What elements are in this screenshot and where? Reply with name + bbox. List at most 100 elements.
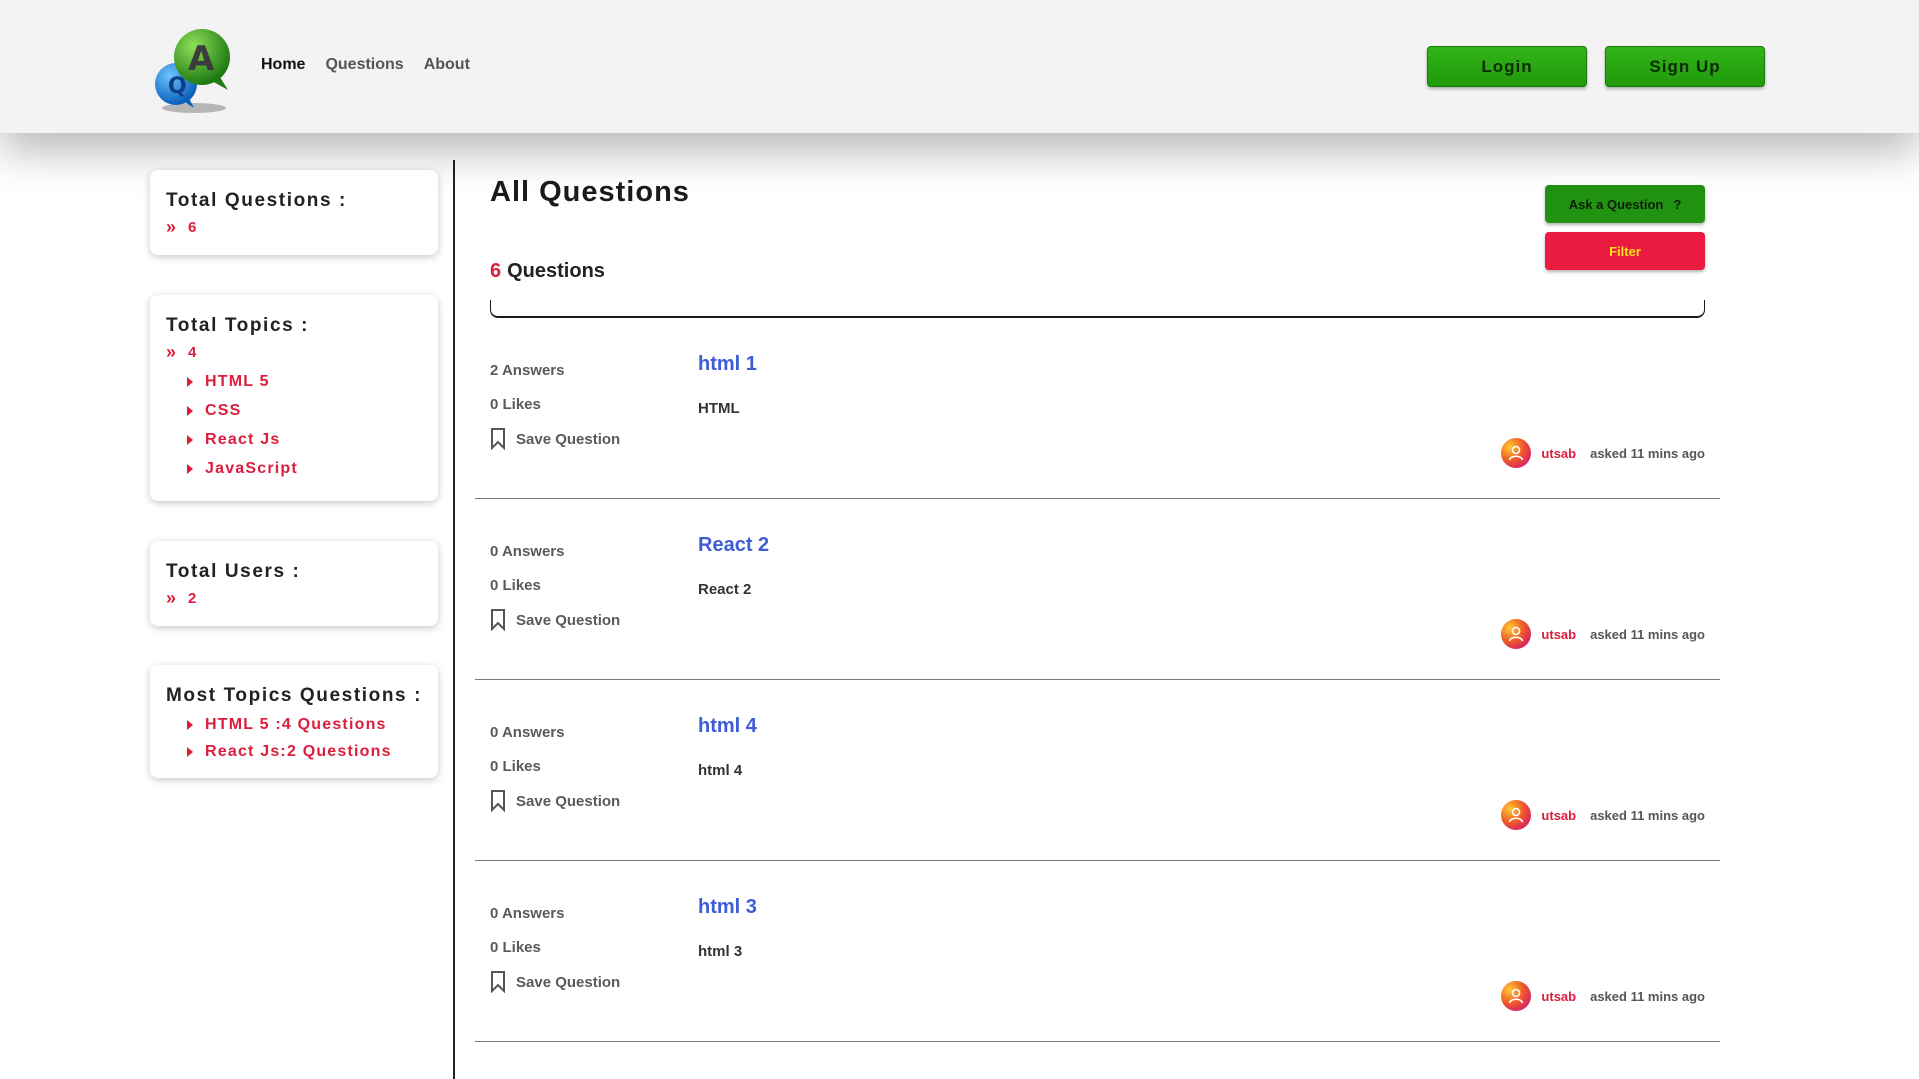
save-question-label: Save Question xyxy=(516,792,621,810)
login-button[interactable]: Login xyxy=(1427,46,1587,87)
save-question-button[interactable]: Save Question xyxy=(490,790,620,812)
caret-right-icon xyxy=(187,376,193,387)
question-meta: utsab asked 11 mins ago xyxy=(1501,981,1705,1011)
topic-label: HTML 5 xyxy=(205,372,270,390)
topic-label: JavaScript xyxy=(205,459,298,477)
likes-count: 0 Likes xyxy=(490,396,541,413)
ask-question-button[interactable]: Ask a Question ? xyxy=(1545,185,1705,223)
question-title[interactable]: React 2 xyxy=(698,534,769,557)
avatar[interactable] xyxy=(1501,619,1532,649)
likes-count: 0 Likes xyxy=(490,758,541,775)
total-questions-count-row: » 6 xyxy=(166,218,422,236)
most-topic-label: HTML 5 :4 Questions xyxy=(205,715,387,733)
question-meta: utsab asked 11 mins ago xyxy=(1501,619,1705,649)
double-chevron-icon: » xyxy=(166,588,177,608)
nav-home[interactable]: Home xyxy=(261,56,305,74)
sidebar-divider xyxy=(453,160,455,1079)
user-icon xyxy=(1509,988,1524,1004)
answers-count: 2 Answers xyxy=(490,362,565,379)
bookmark-icon xyxy=(491,790,505,812)
most-topic-item[interactable]: HTML 5 :4 Questions xyxy=(187,711,422,738)
total-topics-count: 4 xyxy=(188,343,197,361)
signup-button[interactable]: Sign Up xyxy=(1605,46,1765,87)
avatar[interactable] xyxy=(1501,438,1532,468)
save-question-button[interactable]: Save Question xyxy=(490,609,620,631)
top-header: Q A Home Questions About Login Sign Up xyxy=(0,0,1919,133)
main-nav: Home Questions About xyxy=(261,56,470,74)
question-asked-time: asked 11 mins ago xyxy=(1590,807,1705,823)
total-topics-card: Total Topics : » 4 HTML 5 CSS React Js J… xyxy=(150,295,438,501)
double-chevron-icon: » xyxy=(166,342,177,362)
total-topics-count-row: » 4 xyxy=(166,343,422,361)
avatar[interactable] xyxy=(1501,981,1532,1011)
nav-about[interactable]: About xyxy=(424,56,470,74)
question-asked-time: asked 11 mins ago xyxy=(1590,988,1705,1004)
likes-count: 0 Likes xyxy=(490,939,541,956)
topics-list: HTML 5 CSS React Js JavaScript xyxy=(166,367,422,483)
question-body: html 4 xyxy=(698,762,743,779)
total-users-card: Total Users : » 2 xyxy=(150,541,438,626)
question-count-number: 6 xyxy=(490,260,502,282)
likes-count: 0 Likes xyxy=(490,577,541,594)
logo[interactable]: Q A xyxy=(148,22,244,116)
save-question-label: Save Question xyxy=(516,430,621,448)
total-users-count: 2 xyxy=(188,589,197,607)
bookmark-icon xyxy=(491,971,505,993)
most-topics-list: HTML 5 :4 Questions React Js:2 Questions xyxy=(166,711,422,765)
caret-right-icon xyxy=(187,746,193,757)
question-title[interactable]: html 3 xyxy=(698,896,757,919)
total-questions-count: 6 xyxy=(188,218,197,236)
topic-item[interactable]: JavaScript xyxy=(187,454,422,483)
nav-questions[interactable]: Questions xyxy=(325,56,403,74)
topic-label: CSS xyxy=(205,401,242,419)
question-asked-time: asked 11 mins ago xyxy=(1590,626,1705,642)
question-title[interactable]: html 1 xyxy=(698,353,757,376)
ask-question-label: Ask a Question xyxy=(1568,196,1664,212)
question-meta: utsab asked 11 mins ago xyxy=(1501,800,1705,830)
question-asked-time: asked 11 mins ago xyxy=(1590,445,1705,461)
save-question-button[interactable]: Save Question xyxy=(490,971,620,993)
question-body: html 3 xyxy=(698,943,743,960)
question-author[interactable]: utsab xyxy=(1541,627,1576,642)
question-row: 0 Answers 0 Likes Save Question html 4 h… xyxy=(475,680,1720,861)
question-body: HTML xyxy=(698,400,740,417)
double-chevron-icon: » xyxy=(166,217,177,237)
question-mark-icon: ? xyxy=(1673,196,1682,212)
question-meta: utsab asked 11 mins ago xyxy=(1501,438,1705,468)
most-topics-title: Most Topics Questions : xyxy=(166,685,423,706)
topic-item[interactable]: HTML 5 xyxy=(187,367,422,396)
question-row: 0 Answers 0 Likes Save Question html 3 h… xyxy=(475,861,1720,1042)
total-users-title: Total Users : xyxy=(166,561,301,582)
user-icon xyxy=(1509,445,1524,461)
avatar[interactable] xyxy=(1501,800,1532,830)
topic-item[interactable]: CSS xyxy=(187,396,422,425)
most-topic-label: React Js:2 Questions xyxy=(205,742,392,760)
topic-label: React Js xyxy=(205,430,281,448)
question-row: 0 Answers 0 Likes Save Question React 2 … xyxy=(475,499,1720,680)
user-icon xyxy=(1509,807,1524,823)
question-author[interactable]: utsab xyxy=(1541,446,1576,461)
question-title[interactable]: html 4 xyxy=(698,715,757,738)
page-title: All Questions xyxy=(490,176,690,208)
save-question-button[interactable]: Save Question xyxy=(490,428,620,450)
topic-item[interactable]: React Js xyxy=(187,425,422,454)
header-rule xyxy=(490,300,1705,318)
total-topics-title: Total Topics : xyxy=(166,315,310,336)
save-question-label: Save Question xyxy=(516,973,621,991)
caret-right-icon xyxy=(187,434,193,445)
bookmark-icon xyxy=(491,428,505,450)
question-author[interactable]: utsab xyxy=(1541,989,1576,1004)
most-topics-card: Most Topics Questions : HTML 5 :4 Questi… xyxy=(150,665,438,778)
svg-text:A: A xyxy=(188,39,215,79)
question-author[interactable]: utsab xyxy=(1541,808,1576,823)
question-row: 2 Answers 0 Likes Save Question html 1 H… xyxy=(475,318,1720,499)
question-body: React 2 xyxy=(698,581,752,598)
user-icon xyxy=(1509,626,1524,642)
save-question-label: Save Question xyxy=(516,611,621,629)
total-users-count-row: » 2 xyxy=(166,589,422,607)
question-count: 6 Questions xyxy=(490,260,605,283)
answers-count: 0 Answers xyxy=(490,543,565,560)
filter-button[interactable]: Filter xyxy=(1545,232,1705,270)
most-topic-item[interactable]: React Js:2 Questions xyxy=(187,738,422,765)
total-questions-card: Total Questions : » 6 xyxy=(150,170,438,255)
